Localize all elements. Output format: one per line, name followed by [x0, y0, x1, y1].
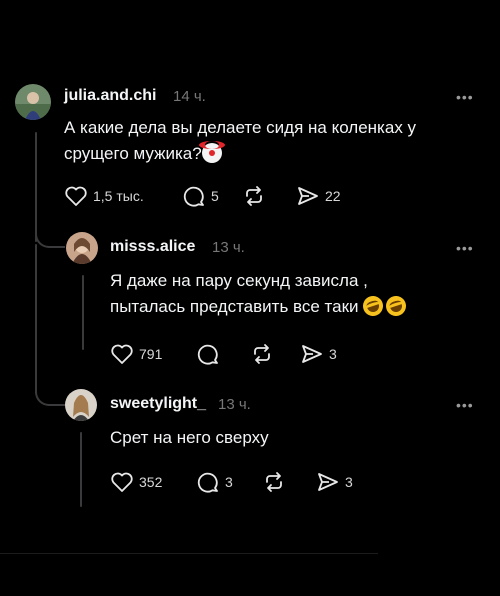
post-text-line: срущего мужика?	[64, 141, 474, 167]
timestamp: 13 ч.	[218, 396, 251, 413]
post-text-segment: срущего мужика?	[64, 144, 202, 163]
heart-icon	[111, 344, 133, 364]
post-actions: 791 3	[110, 342, 370, 366]
comment-count: 5	[211, 188, 219, 204]
thread-branch	[35, 384, 65, 406]
comment-button[interactable]: 3	[196, 470, 233, 494]
repost-button[interactable]	[242, 184, 266, 208]
share-button[interactable]: 22	[296, 184, 341, 208]
post-text-line: Срет на него сверху	[110, 428, 269, 447]
timestamp: 14 ч.	[173, 88, 206, 105]
like-count: 352	[139, 474, 163, 490]
post-text: Срет на него сверху	[110, 425, 480, 451]
like-button[interactable]: 352	[110, 470, 162, 494]
username[interactable]: misss.alice	[110, 238, 195, 256]
post-text-line: Я даже на пару секунд зависла ,	[110, 271, 368, 290]
username[interactable]: sweetylight_	[110, 395, 206, 413]
share-count: 3	[329, 346, 337, 362]
like-button[interactable]: 1,5 тыс.	[64, 184, 144, 208]
comment-count: 3	[225, 474, 233, 490]
avatar[interactable]	[66, 232, 98, 264]
more-icon[interactable]: •••	[456, 241, 474, 255]
clown-emoji	[198, 141, 225, 163]
repost-icon	[254, 344, 270, 364]
reply-line	[82, 275, 84, 350]
timestamp: 13 ч.	[212, 239, 245, 256]
comment-icon	[183, 186, 204, 207]
repost-button[interactable]	[250, 342, 274, 366]
avatar-image	[66, 232, 98, 264]
repost-icon	[246, 186, 262, 206]
post-text: А какие дела вы делаете сидя на коленках…	[64, 115, 474, 167]
heart-icon	[65, 186, 87, 206]
like-count: 1,5 тыс.	[93, 188, 144, 204]
comment-button[interactable]	[196, 342, 220, 366]
post-text: Я даже на пару секунд зависла , пыталась…	[110, 268, 480, 320]
avatar[interactable]	[65, 389, 97, 421]
post-actions: 352 3 3	[110, 470, 370, 494]
like-count: 791	[139, 346, 163, 362]
share-icon	[318, 473, 338, 491]
share-icon	[298, 187, 318, 205]
thread-line	[35, 244, 37, 394]
like-button[interactable]: 791	[110, 342, 162, 366]
divider	[0, 553, 378, 554]
share-count: 3	[345, 474, 353, 490]
share-button[interactable]: 3	[300, 342, 337, 366]
post-actions: 1,5 тыс. 5 22	[64, 184, 364, 208]
username[interactable]: julia.and.chi	[64, 87, 156, 105]
share-icon	[302, 345, 322, 363]
share-count: 22	[325, 188, 341, 204]
more-icon[interactable]: •••	[456, 398, 474, 412]
post-text-line: А какие дела вы делаете сидя на коленках…	[64, 118, 417, 137]
share-button[interactable]: 3	[316, 470, 353, 494]
heart-icon	[111, 472, 133, 492]
reply-line	[80, 432, 82, 507]
thread-branch	[35, 224, 65, 248]
avatar-image	[65, 389, 97, 421]
rolling-laughing-emoji	[383, 293, 409, 319]
comment-icon	[197, 344, 218, 365]
comment-button[interactable]: 5	[182, 184, 219, 208]
rolling-laughing-emoji	[360, 293, 386, 319]
avatar[interactable]	[15, 84, 51, 120]
avatar-image	[15, 84, 51, 120]
thread-view: julia.and.chi 14 ч. ••• А какие дела вы …	[0, 0, 500, 596]
post-text-line: пыталась представить все таки	[110, 293, 480, 320]
repost-icon	[266, 472, 282, 492]
repost-button[interactable]	[262, 470, 286, 494]
post-text-segment: пыталась представить все таки	[110, 297, 359, 316]
more-icon[interactable]: •••	[456, 90, 474, 104]
comment-icon	[197, 472, 218, 493]
